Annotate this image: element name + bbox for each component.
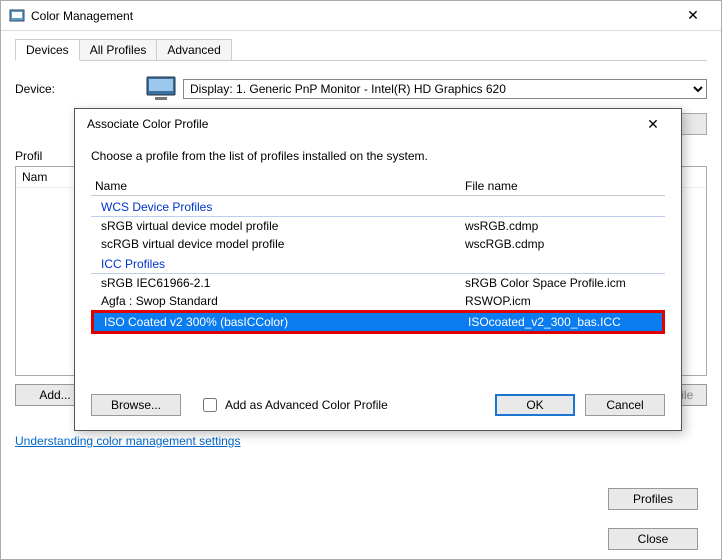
associate-profile-dialog: Associate Color Profile ✕ Choose a profi… <box>74 108 682 431</box>
item-file: wsRGB.cdmp <box>465 219 661 233</box>
profiles-button[interactable]: Profiles <box>608 488 698 510</box>
dialog-close-button[interactable]: ✕ <box>633 110 673 138</box>
group-icc: ICC Profiles <box>91 253 665 274</box>
dialog-titlebar: Associate Color Profile ✕ <box>75 109 681 139</box>
list-item[interactable]: sRGB IEC61966-2.1 sRGB Color Space Profi… <box>91 274 665 292</box>
item-file: ISOcoated_v2_300_bas.ICC <box>468 315 658 329</box>
cancel-button[interactable]: Cancel <box>585 394 665 416</box>
main-titlebar: Color Management ✕ <box>1 1 721 31</box>
device-select[interactable]: Display: 1. Generic PnP Monitor - Intel(… <box>183 79 707 99</box>
group-wcs: WCS Device Profiles <box>91 196 665 217</box>
add-as-advanced-label: Add as Advanced Color Profile <box>225 398 388 412</box>
list-item[interactable]: Agfa : Swop Standard RSWOP.icm <box>91 292 665 310</box>
dialog-instruction: Choose a profile from the list of profil… <box>91 149 665 163</box>
list-header: Name File name <box>91 177 665 195</box>
col-filename[interactable]: File name <box>465 179 661 193</box>
main-title: Color Management <box>31 9 673 23</box>
item-file: sRGB Color Space Profile.icm <box>465 276 661 290</box>
item-name: ISO Coated v2 300% (basICColor) <box>104 315 468 329</box>
device-label: Device: <box>15 82 145 96</box>
item-file: RSWOP.icm <box>465 294 661 308</box>
dialog-buttons: Browse... Add as Advanced Color Profile … <box>91 394 665 416</box>
list-item[interactable]: sRGB virtual device model profile wsRGB.… <box>91 217 665 235</box>
browse-button[interactable]: Browse... <box>91 394 181 416</box>
tab-devices[interactable]: Devices <box>15 39 80 61</box>
device-row: Device: Display: 1. Generic PnP Monitor … <box>15 75 707 103</box>
item-name: scRGB virtual device model profile <box>101 237 465 251</box>
main-close-button[interactable]: ✕ <box>673 2 713 30</box>
add-as-advanced-checkbox[interactable]: Add as Advanced Color Profile <box>199 395 388 415</box>
col-name[interactable]: Name <box>95 179 465 193</box>
ok-button[interactable]: OK <box>495 394 575 416</box>
item-file: wscRGB.cdmp <box>465 237 661 251</box>
highlight-annotation: ISO Coated v2 300% (basICColor) ISOcoate… <box>91 310 665 334</box>
add-as-advanced-input[interactable] <box>203 398 217 412</box>
item-name: sRGB IEC61966-2.1 <box>101 276 465 290</box>
dialog-title: Associate Color Profile <box>83 117 633 131</box>
monitor-icon <box>145 75 177 103</box>
dialog-body: Choose a profile from the list of profil… <box>75 139 681 430</box>
understanding-link[interactable]: Understanding color management settings <box>15 434 240 448</box>
tabs: Devices All Profiles Advanced <box>15 39 707 61</box>
item-name: sRGB virtual device model profile <box>101 219 465 233</box>
list-item[interactable]: scRGB virtual device model profile wscRG… <box>91 235 665 253</box>
close-button[interactable]: Close <box>608 528 698 550</box>
tab-all-profiles[interactable]: All Profiles <box>79 39 158 60</box>
item-name: Agfa : Swop Standard <box>101 294 465 308</box>
tab-advanced[interactable]: Advanced <box>156 39 231 60</box>
list-item-selected[interactable]: ISO Coated v2 300% (basICColor) ISOcoate… <box>94 313 662 331</box>
profile-list[interactable]: WCS Device Profiles sRGB virtual device … <box>91 195 665 334</box>
window-icon <box>9 8 25 24</box>
